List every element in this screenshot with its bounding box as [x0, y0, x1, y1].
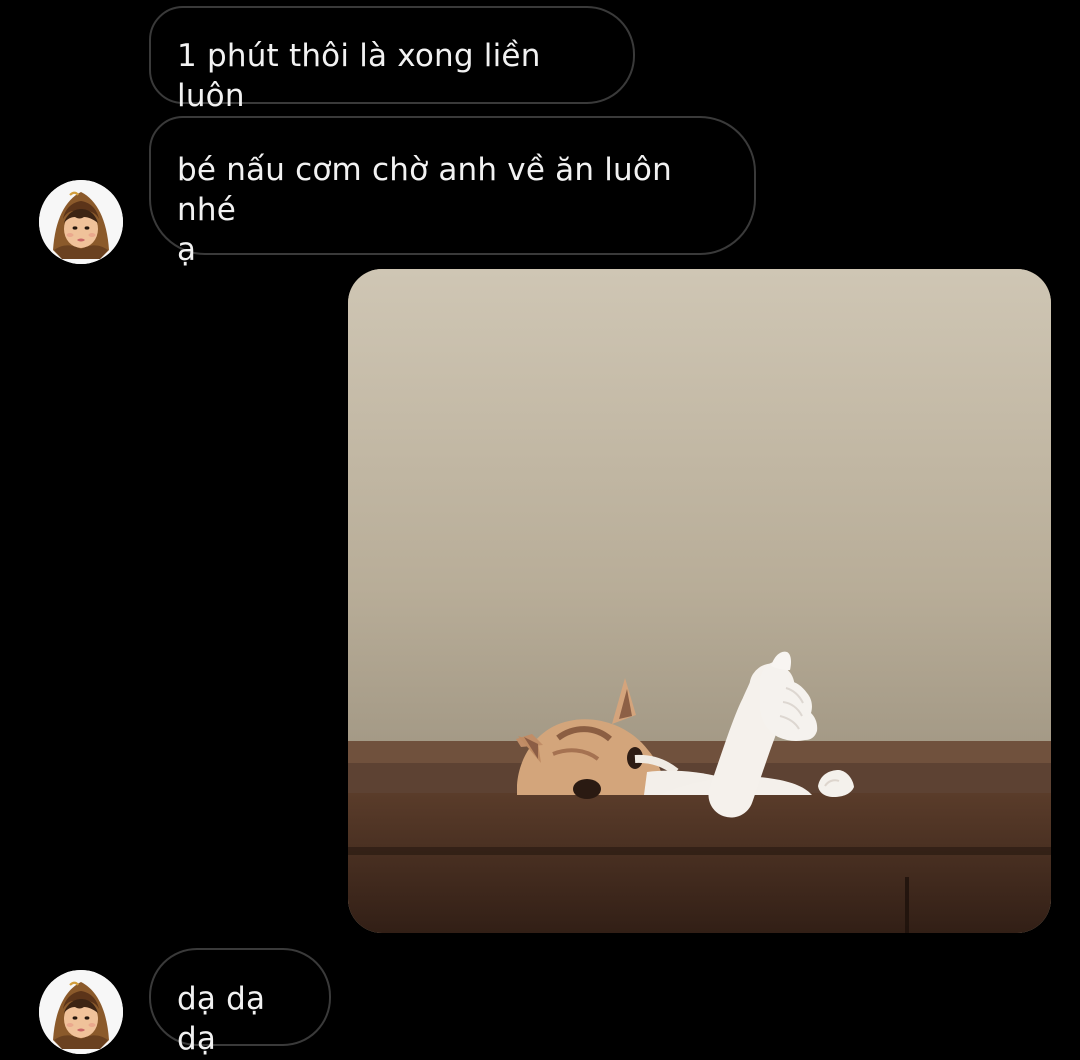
message-bubble[interactable]: 1 phút thôi là xong liền luôn: [149, 6, 635, 114]
avatar-icon: [39, 180, 123, 264]
cat-thumbs-up-photo: [348, 269, 1051, 933]
message-bubble[interactable]: bé nấu cơm chờ anh về ăn luôn nhé ạ: [149, 116, 756, 268]
avatar[interactable]: [39, 180, 123, 264]
avatar[interactable]: [39, 970, 123, 1054]
chat-thread: 1 phút thôi là xong liền luôn bé nấu cơm…: [0, 0, 1080, 1060]
message-bubble[interactable]: dạ dạ dạ: [149, 948, 331, 1057]
image-message[interactable]: [348, 269, 1051, 933]
avatar-icon: [39, 970, 123, 1054]
